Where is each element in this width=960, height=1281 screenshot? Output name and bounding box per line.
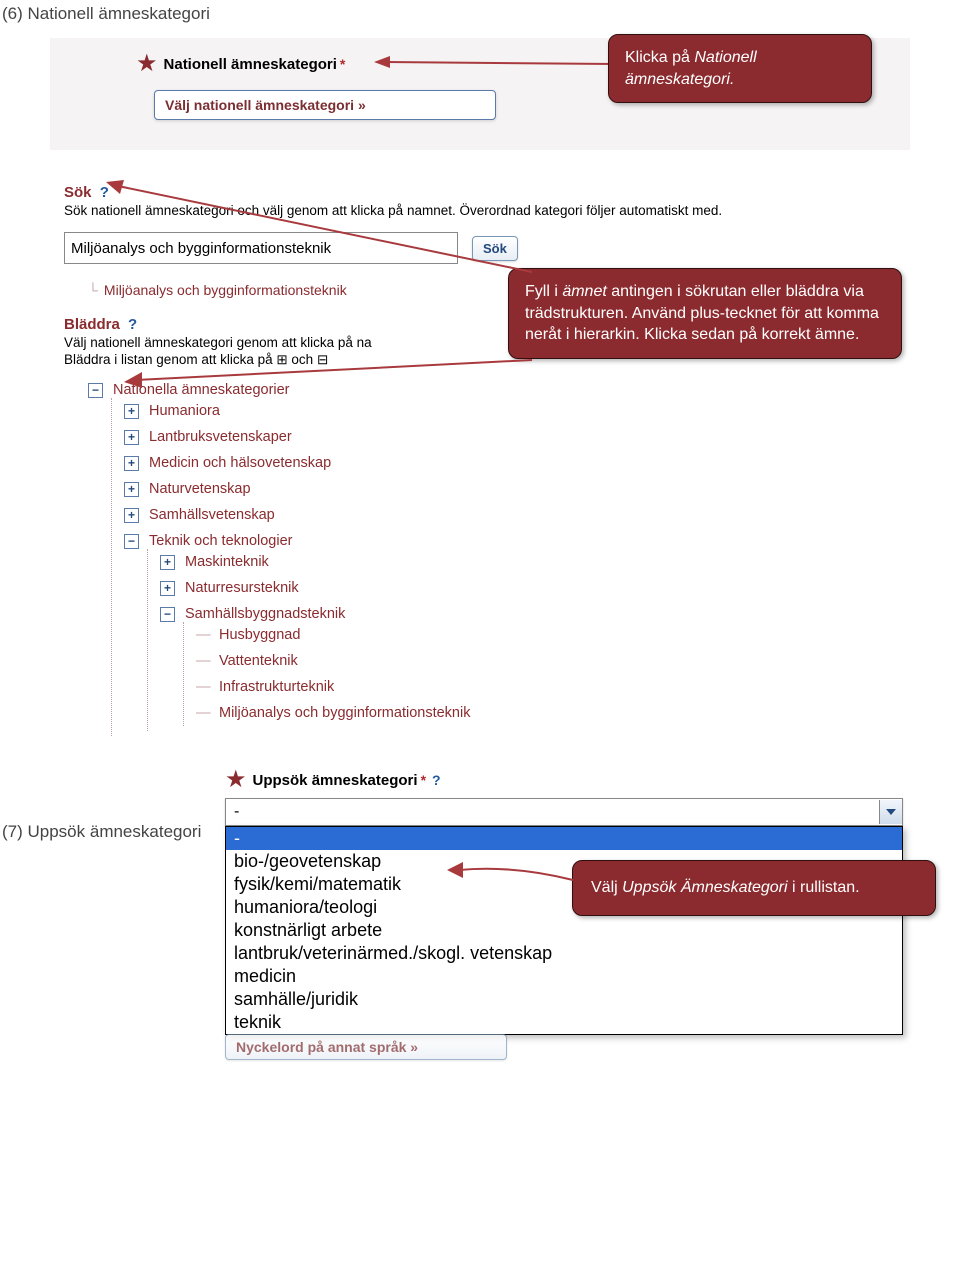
expand-icon[interactable]: + — [160, 581, 175, 596]
section7: (7) Uppsök ämneskategori ★ Uppsök ämnesk… — [0, 768, 960, 1100]
tree-node[interactable]: Lantbruksvetenskaper — [149, 429, 292, 445]
expand-icon[interactable]: + — [124, 430, 139, 445]
section7-heading: (7) Uppsök ämneskategori — [2, 822, 201, 842]
category-title: Nationell ämneskategori — [164, 56, 337, 73]
branch-icon: — — [196, 705, 209, 721]
help-icon[interactable]: ? — [128, 316, 137, 333]
arrow-icon — [122, 360, 542, 390]
dropdown-selected[interactable]: - — [225, 798, 903, 826]
branch-icon: — — [196, 627, 209, 643]
dropdown-option[interactable]: samhälle/juridik — [226, 988, 902, 1011]
branch-icon: └ — [88, 282, 98, 298]
keywords-other-language-button[interactable]: Nyckelord på annat språk » — [225, 1034, 507, 1060]
tree-node[interactable]: Medicin och hälsovetenskap — [149, 455, 331, 471]
chevron-down-icon[interactable] — [879, 800, 902, 824]
collapse-icon[interactable]: − — [160, 607, 175, 622]
tree-node[interactable]: Samhällsvetenskap — [149, 507, 275, 523]
tree-node[interactable]: Maskinteknik — [185, 554, 269, 570]
tree-node[interactable]: Infrastrukturteknik — [219, 679, 334, 695]
select-category-button[interactable]: Välj nationell ämneskategori » — [154, 90, 496, 120]
required-asterisk: * — [421, 772, 426, 788]
arrow-icon — [443, 860, 583, 890]
callout-choose-dropdown: Välj Uppsök Ämneskategori i rullistan. — [572, 860, 936, 916]
branch-icon: — — [196, 679, 209, 695]
arrow-icon — [102, 176, 542, 276]
panel-category-title: ★ Nationell ämneskategori * Välj natione… — [50, 38, 910, 150]
category-tree: − Nationella ämneskategorier +Humaniora+… — [88, 382, 896, 736]
dropdown-option[interactable]: konstnärligt arbete — [226, 919, 902, 942]
expand-icon[interactable]: + — [124, 404, 139, 419]
expand-icon[interactable]: + — [124, 482, 139, 497]
tree-node[interactable]: Naturresursteknik — [185, 580, 299, 596]
dropdown-option[interactable]: teknik — [226, 1011, 902, 1034]
collapse-icon[interactable]: − — [124, 534, 139, 549]
branch-icon: — — [196, 653, 209, 669]
star-icon: ★ — [136, 52, 158, 76]
tree-node[interactable]: Vattenteknik — [219, 653, 298, 669]
tree-node[interactable]: Naturvetenskap — [149, 481, 251, 497]
expand-icon[interactable]: + — [124, 508, 139, 523]
star-icon: ★ — [225, 768, 247, 792]
arrow-icon — [374, 54, 624, 74]
dropdown-title: Uppsök ämneskategori — [253, 772, 418, 789]
expand-icon[interactable]: + — [160, 555, 175, 570]
dropdown-option[interactable]: medicin — [226, 965, 902, 988]
section6-heading: (6) Nationell ämneskategori — [2, 4, 960, 24]
tree-node[interactable]: Miljöanalys och bygginformationsteknik — [219, 705, 470, 721]
dropdown-option[interactable]: lantbruk/veterinärmed./skogl. vetenskap — [226, 942, 902, 965]
expand-icon[interactable]: + — [124, 456, 139, 471]
dropdown-list[interactable]: -bio-/geovetenskapfysik/kemi/matematikhu… — [225, 826, 903, 1035]
tree-node[interactable]: Samhällsbyggnadsteknik — [185, 606, 345, 622]
help-icon[interactable]: ? — [432, 772, 441, 788]
callout-click-category: Klicka på Nationell ämneskategori. — [608, 34, 872, 103]
dropdown-option[interactable]: - — [226, 827, 902, 850]
callout-fill-subject: Fyll i ämnet antingen i sökrutan eller b… — [508, 268, 902, 359]
search-heading: Sök — [64, 184, 92, 201]
panel-search-browse: Sök ? Sök nationell ämneskategori och vä… — [50, 168, 910, 750]
tree-node[interactable]: Teknik och teknologier — [149, 533, 292, 549]
tree-node[interactable]: Humaniora — [149, 403, 220, 419]
collapse-icon[interactable]: − — [88, 383, 103, 398]
browse-heading: Bläddra — [64, 316, 120, 333]
required-asterisk: * — [340, 56, 345, 72]
tree-node[interactable]: Husbyggnad — [219, 627, 300, 643]
